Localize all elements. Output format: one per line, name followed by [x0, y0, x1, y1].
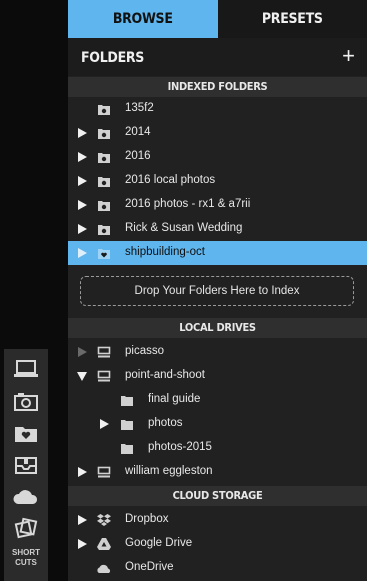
drive-icon [97, 345, 111, 359]
cloud-storage-row[interactable]: OneDrive [68, 556, 367, 580]
indexed-folder-row[interactable]: 2016 [68, 145, 367, 169]
folder-label: 2016 [125, 150, 151, 162]
local-drive-row[interactable]: point-and-shoot [68, 364, 367, 388]
cloud-storage-row[interactable]: Dropbox [68, 508, 367, 532]
cloud-icon[interactable] [4, 483, 48, 511]
rotate-photos-icon[interactable] [4, 515, 48, 543]
expand-arrow-icon[interactable] [78, 539, 87, 549]
drive-label: point-and-shoot [125, 369, 205, 381]
section-cloud-storage: CLOUD STORAGE [68, 486, 367, 506]
folder-label: 2016 local photos [125, 174, 216, 186]
cloud-label: Google Drive [125, 537, 193, 549]
camera-icon[interactable] [4, 387, 48, 415]
expand-arrow-icon[interactable] [78, 176, 87, 186]
indexed-folder-row[interactable]: 2016 photos - rx1 & a7rii [68, 193, 367, 217]
tab-presets[interactable]: PRESETS [217, 0, 367, 38]
folder-icon [120, 393, 134, 407]
laptop-icon[interactable] [4, 355, 48, 383]
folder-label: photos-2015 [148, 441, 212, 453]
heart-folder-icon [97, 246, 111, 260]
drive-label: william eggleston [125, 465, 213, 477]
local-subfolder-row[interactable]: photos [68, 412, 367, 436]
camera-folder-icon [97, 222, 111, 236]
camera-folder-icon [97, 126, 111, 140]
camera-folder-icon [97, 102, 111, 116]
section-indexed-folders: INDEXED FOLDERS [68, 77, 367, 97]
expand-arrow-icon[interactable] [78, 128, 87, 138]
folder-label: Rick & Susan Wedding [125, 222, 243, 234]
drop-folders-zone[interactable]: Drop Your Folders Here to Index [80, 276, 354, 306]
add-folder-button[interactable]: + [342, 44, 355, 68]
section-local-drives: LOCAL DRIVES [68, 318, 367, 338]
tab-bar: BROWSE PRESETS [68, 0, 367, 38]
expand-arrow-icon[interactable] [78, 515, 87, 525]
google-drive-icon [97, 537, 111, 551]
drive-icon [97, 465, 111, 479]
local-subfolder-row[interactable]: photos-2015 [68, 436, 367, 460]
folder-icon [120, 417, 134, 431]
folder-label: shipbuilding-oct [125, 246, 205, 258]
folder-icon [120, 441, 134, 455]
expand-arrow-icon[interactable] [78, 224, 87, 234]
expand-arrow-icon[interactable] [78, 200, 87, 210]
camera-folder-icon [97, 198, 111, 212]
camera-folder-icon [97, 150, 111, 164]
local-drive-row[interactable]: picasso [68, 340, 367, 364]
collapse-arrow-icon[interactable] [77, 372, 87, 381]
expand-arrow-icon[interactable] [78, 347, 87, 357]
tab-browse[interactable]: BROWSE [68, 0, 218, 38]
local-subfolder-row[interactable]: final guide [68, 388, 367, 412]
heart-folder-icon[interactable] [4, 419, 48, 447]
folder-label: final guide [148, 393, 201, 405]
expand-arrow-icon[interactable] [78, 248, 87, 258]
indexed-folder-row[interactable]: 2014 [68, 121, 367, 145]
folders-header: FOLDERS + [68, 38, 367, 76]
drive-label: picasso [125, 345, 164, 357]
cloud-label: OneDrive [125, 561, 174, 573]
expand-arrow-icon[interactable] [78, 152, 87, 162]
folder-label: photos [148, 417, 183, 429]
expand-arrow-icon[interactable] [100, 419, 109, 429]
folder-label: 135f2 [125, 102, 154, 114]
onedrive-icon [97, 561, 111, 575]
cloud-storage-row[interactable]: Google Drive [68, 532, 367, 556]
indexed-folder-row[interactable]: Rick & Susan Wedding [68, 217, 367, 241]
folder-label: 2016 photos - rx1 & a7rii [125, 198, 251, 210]
browse-panel: BROWSE PRESETS FOLDERS + INDEXED FOLDERS… [68, 0, 367, 581]
indexed-folder-row-selected[interactable]: shipbuilding-oct [68, 241, 367, 265]
shortcuts-label[interactable]: SHORT CUTS [4, 548, 48, 568]
dropbox-icon [97, 513, 111, 527]
indexed-folder-row[interactable]: 2016 local photos [68, 169, 367, 193]
folders-title: FOLDERS [81, 50, 145, 66]
cloud-label: Dropbox [125, 513, 169, 525]
inbox-icon[interactable] [4, 451, 48, 479]
drive-icon [97, 369, 111, 383]
local-drive-row[interactable]: william eggleston [68, 460, 367, 484]
folder-label: 2014 [125, 126, 151, 138]
camera-folder-icon [97, 174, 111, 188]
expand-arrow-icon[interactable] [78, 467, 87, 477]
shortcuts-panel: SHORT CUTS [4, 349, 48, 581]
indexed-folder-row[interactable]: 135f2 [68, 97, 367, 121]
